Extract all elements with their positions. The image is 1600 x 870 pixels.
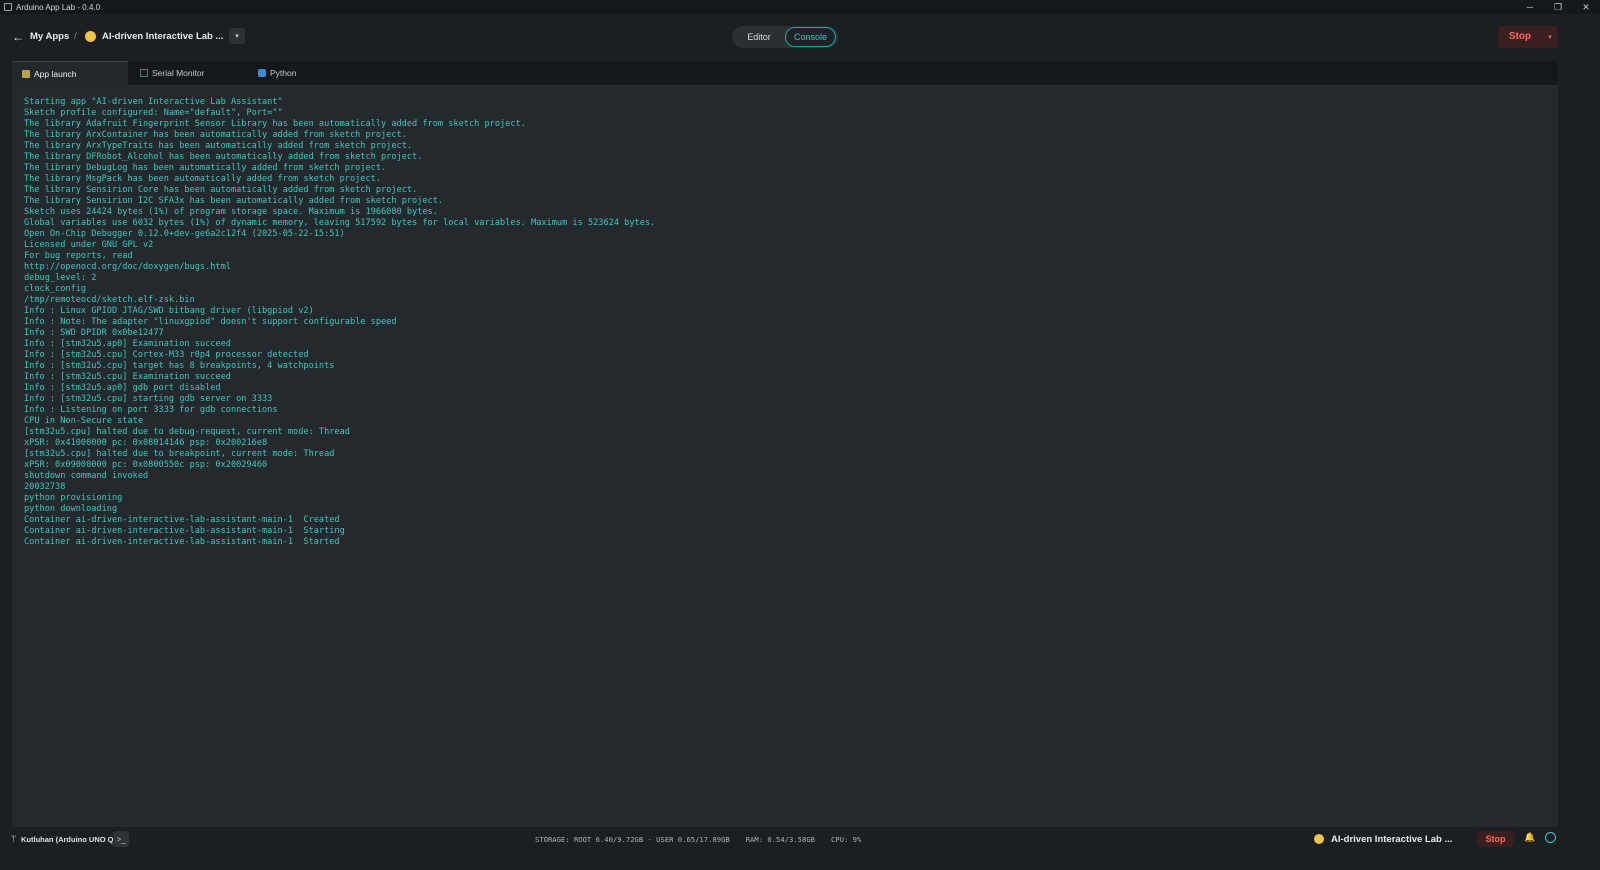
console-line: The library DFRobot_Alcohol has been aut… <box>24 152 423 162</box>
board-label[interactable]: Kutluhan (Arduino UNO Q) <box>21 835 116 844</box>
terminal-button[interactable]: >_ <box>113 831 129 847</box>
console-line: For bug reports, read <box>24 251 133 261</box>
close-icon[interactable]: ✕ <box>1572 0 1600 14</box>
breadcrumb-app-name[interactable]: AI-driven Interactive Lab ... <box>102 31 223 42</box>
console-line: Info : Note: The adapter "linuxgpiod" do… <box>24 317 397 327</box>
stop-button[interactable]: Stop <box>1498 26 1542 48</box>
console-line: The library Adafruit Fingerprint Sensor … <box>24 119 526 129</box>
console-line: The library ArxContainer has been automa… <box>24 130 407 140</box>
console-line: Info : [stm32u5.cpu] target has 8 breakp… <box>24 361 335 371</box>
restore-icon[interactable]: ❐ <box>1544 0 1572 14</box>
console-line: Open On-Chip Debugger 0.12.0+dev-ge6a2c1… <box>24 229 345 239</box>
window-title: Arduino App Lab - 0.4.0 <box>16 2 101 12</box>
tab-label: Serial Monitor <box>152 68 205 78</box>
console-line: Container ai-driven-interactive-lab-assi… <box>24 526 345 536</box>
console-line: Info : Listening on port 3333 for gdb co… <box>24 405 278 415</box>
console-line: python provisioning <box>24 493 123 503</box>
editor-mode-button[interactable]: Editor <box>734 28 784 46</box>
console-line: Info : [stm32u5.cpu] starting gdb server… <box>24 394 273 404</box>
console-line: [stm32u5.cpu] halted due to breakpoint, … <box>24 449 335 459</box>
launch-icon <box>22 69 30 78</box>
console-line: Info : [stm32u5.cpu] Cortex-M33 r0p4 pro… <box>24 350 309 360</box>
console-line: Sketch profile configured: Name="default… <box>24 108 283 118</box>
tab-app-launch[interactable]: App launch <box>12 61 128 85</box>
app-emoji-icon <box>85 31 96 42</box>
minimize-icon[interactable]: ─ <box>1516 0 1544 14</box>
window-controls: ─ ❐ ✕ <box>1516 0 1600 14</box>
breadcrumb-my-apps[interactable]: My Apps <box>30 31 69 42</box>
console-line: Sketch uses 24424 bytes (1%) of program … <box>24 207 438 217</box>
console-line: Info : SWD DPIDR 0x0be12477 <box>24 328 164 338</box>
console-line: http://openocd.org/doc/doxygen/bugs.html <box>24 262 231 272</box>
tab-label: App launch <box>34 68 77 79</box>
system-stats: STORAGE: ROOT 6.40/9.72GB - USER 0.65/17… <box>535 835 877 844</box>
console-line: The library Sensirion Core has been auto… <box>24 185 418 195</box>
console-line: Container ai-driven-interactive-lab-assi… <box>24 537 340 547</box>
console-line: /tmp/remoteocd/sketch.elf-zsk.bin <box>24 295 195 305</box>
stop-split-button: Stop ▾ <box>1498 26 1558 48</box>
console-line: The library DebugLog has been automatica… <box>24 163 387 173</box>
window-titlebar: Arduino App Lab - 0.4.0 ─ ❐ ✕ <box>0 0 1600 14</box>
console-line: The library MsgPack has been automatical… <box>24 174 381 184</box>
console-log: Starting app "AI-driven Interactive Lab … <box>24 97 1546 548</box>
stop-options-chevron-icon[interactable]: ▾ <box>1542 26 1558 48</box>
ram-stat: RAM: 0.54/3.58GB <box>745 835 815 844</box>
console-line: Info : [stm32u5.ap0] gdb port disabled <box>24 383 221 393</box>
serial-monitor-icon <box>140 69 148 77</box>
console-line: Info : [stm32u5.cpu] Examination succeed <box>24 372 231 382</box>
console-line: The library Sensirion I2C SFA3x has been… <box>24 196 444 206</box>
bell-icon[interactable]: 🔔 <box>1524 832 1535 843</box>
console-line: Container ai-driven-interactive-lab-assi… <box>24 515 340 525</box>
breadcrumb-separator: / <box>74 31 77 42</box>
app-emoji-icon <box>1314 834 1324 844</box>
cpu-stat: CPU: 9% <box>830 835 862 844</box>
console-line: xPSR: 0x09000000 pc: 0x0800550c psp: 0x2… <box>24 460 268 470</box>
console-line: Info : Linux GPIOD JTAG/SWD bitbang driv… <box>24 306 314 316</box>
usb-icon: ᛘ <box>11 834 17 844</box>
console-tabs: App launch Serial Monitor Python <box>12 61 1558 85</box>
storage-stat: STORAGE: ROOT 6.40/9.72GB - USER 0.65/17… <box>535 835 730 844</box>
console-line: python downloading <box>24 504 118 514</box>
console-line: Info : [stm32u5.ap0] Examination succeed <box>24 339 231 349</box>
console-line: The library ArxTypeTraits has been autom… <box>24 141 413 151</box>
console-line: clock_config <box>24 284 87 294</box>
app-header: ← My Apps / AI-driven Interactive Lab ..… <box>0 14 1600 61</box>
tab-label: Python <box>270 68 297 78</box>
mode-switch: Editor Console <box>732 26 838 48</box>
statusbar-app-name[interactable]: AI-driven Interactive Lab ... <box>1331 834 1452 845</box>
globe-icon[interactable] <box>1545 832 1556 843</box>
app-window-icon <box>4 3 12 11</box>
console-line: xPSR: 0x41000000 pc: 0x08014146 psp: 0x2… <box>24 438 268 448</box>
tab-python[interactable]: Python <box>248 61 364 85</box>
console-line: shutdown command invoked <box>24 471 149 481</box>
app-dropdown-button[interactable]: ▾ <box>229 28 245 44</box>
console-line: CPU in Non-Secure state <box>24 416 143 426</box>
tab-serial-monitor[interactable]: Serial Monitor <box>130 61 246 85</box>
console-line: debug_level: 2 <box>24 273 97 283</box>
console-mode-button[interactable]: Console <box>785 27 836 47</box>
console-line: 20032738 <box>24 482 66 492</box>
console-line: [stm32u5.cpu] halted due to debug-reques… <box>24 427 350 437</box>
console-line: Licensed under GNU GPL v2 <box>24 240 154 250</box>
console-output-panel[interactable]: Starting app "AI-driven Interactive Lab … <box>12 85 1558 827</box>
python-icon <box>258 69 266 77</box>
console-line: Starting app "AI-driven Interactive Lab … <box>24 97 283 107</box>
statusbar-stop-button[interactable]: Stop <box>1477 831 1514 847</box>
back-arrow-icon[interactable]: ← <box>12 30 26 44</box>
status-bar: ᛘ Kutluhan (Arduino UNO Q) >_ STORAGE: R… <box>0 827 1600 870</box>
console-line: Global variables use 6032 bytes (1%) of … <box>24 218 656 228</box>
